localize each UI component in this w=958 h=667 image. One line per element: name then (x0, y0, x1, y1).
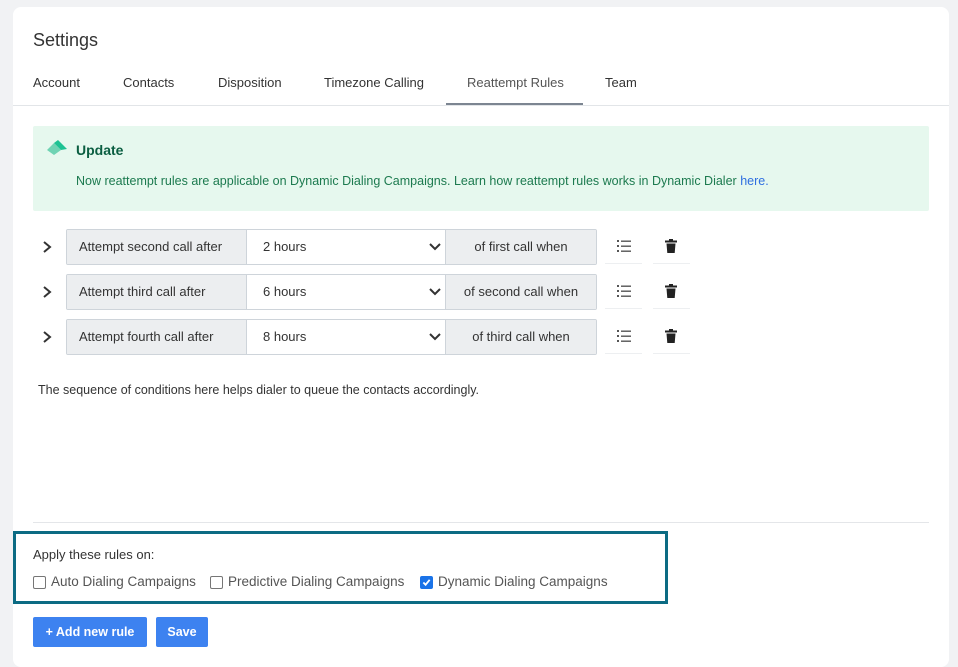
chevron-down-icon (429, 288, 441, 296)
section-divider (33, 522, 929, 523)
rule-delete-button[interactable] (653, 319, 690, 354)
rule-delay-value: 2 hours (263, 239, 307, 254)
banner-message: Now reattempt rules are applicable on Dy… (76, 174, 741, 188)
rule-delay-value: 6 hours (263, 284, 307, 299)
checkmark-icon (422, 579, 431, 587)
sequence-note: The sequence of conditions here helps di… (38, 383, 480, 397)
list-order-icon (617, 285, 631, 297)
rule-suffix-label: of second call when (446, 275, 596, 309)
checkbox-box[interactable] (210, 576, 223, 589)
reattempt-rule-row: Attempt fourth call after 8 hours of thi… (33, 319, 713, 355)
tab-disposition[interactable]: Disposition (218, 75, 282, 90)
update-logo-icon (47, 140, 67, 155)
rule-delay-select[interactable]: 6 hours (247, 275, 446, 309)
add-new-rule-button[interactable]: + Add new rule (33, 617, 147, 647)
list-order-icon (617, 330, 631, 342)
banner-text: Now reattempt rules are applicable on Dy… (76, 174, 769, 188)
banner-learn-more-link[interactable]: here. (740, 174, 769, 188)
rule-prefix-label: Attempt fourth call after (67, 320, 247, 354)
chevron-right-icon[interactable] (40, 329, 54, 345)
rule-prefix-label: Attempt second call after (67, 230, 247, 264)
active-tab-indicator (446, 103, 583, 105)
checkbox-box[interactable] (33, 576, 46, 589)
trash-icon (665, 329, 677, 343)
rule-input-group: Attempt third call after 6 hours of seco… (66, 274, 597, 310)
rule-delay-select[interactable]: 8 hours (247, 320, 446, 354)
checkbox-label: Auto Dialing Campaigns (51, 574, 196, 589)
page-title: Settings (33, 30, 99, 50)
rule-conditions-button[interactable] (605, 319, 642, 354)
tab-team[interactable]: Team (605, 75, 637, 90)
checkbox-label: Dynamic Dialing Campaigns (438, 574, 608, 589)
banner-title: Update (76, 142, 124, 158)
apply-rules-label: Apply these rules on: (33, 547, 155, 562)
rule-delay-select[interactable]: 2 hours (247, 230, 446, 264)
tab-reattempt-rules[interactable]: Reattempt Rules (467, 75, 564, 90)
chevron-right-icon[interactable] (40, 239, 54, 255)
chevron-down-icon (429, 333, 441, 341)
tab-bar: Account Contacts Disposition Timezone Ca… (13, 67, 949, 106)
chevron-down-icon (429, 243, 441, 251)
rule-suffix-label: of first call when (446, 230, 596, 264)
rule-conditions-button[interactable] (605, 274, 642, 309)
checkbox-label: Predictive Dialing Campaigns (228, 574, 405, 589)
tab-contacts[interactable]: Contacts (123, 75, 174, 90)
trash-icon (665, 284, 677, 298)
rule-delete-button[interactable] (653, 274, 690, 309)
list-order-icon (617, 240, 631, 252)
tab-account[interactable]: Account (33, 75, 80, 90)
reattempt-rule-row: Attempt third call after 6 hours of seco… (33, 274, 713, 310)
reattempt-rule-row: Attempt second call after 2 hours of fir… (33, 229, 713, 265)
trash-icon (665, 239, 677, 253)
save-button[interactable]: Save (156, 617, 208, 647)
chevron-right-icon[interactable] (40, 284, 54, 300)
rule-delay-value: 8 hours (263, 329, 307, 344)
checkbox-box[interactable] (420, 576, 433, 589)
rule-suffix-label: of third call when (446, 320, 596, 354)
rule-prefix-label: Attempt third call after (67, 275, 247, 309)
rule-input-group: Attempt second call after 2 hours of fir… (66, 229, 597, 265)
update-banner: Update Now reattempt rules are applicabl… (33, 126, 929, 211)
rule-conditions-button[interactable] (605, 229, 642, 264)
rule-delete-button[interactable] (653, 229, 690, 264)
apply-rules-section: Apply these rules on: Auto Dialing Campa… (13, 531, 668, 604)
tab-timezone-calling[interactable]: Timezone Calling (324, 75, 424, 90)
settings-card: Settings Account Contacts Disposition Ti… (13, 7, 949, 667)
rule-input-group: Attempt fourth call after 8 hours of thi… (66, 319, 597, 355)
